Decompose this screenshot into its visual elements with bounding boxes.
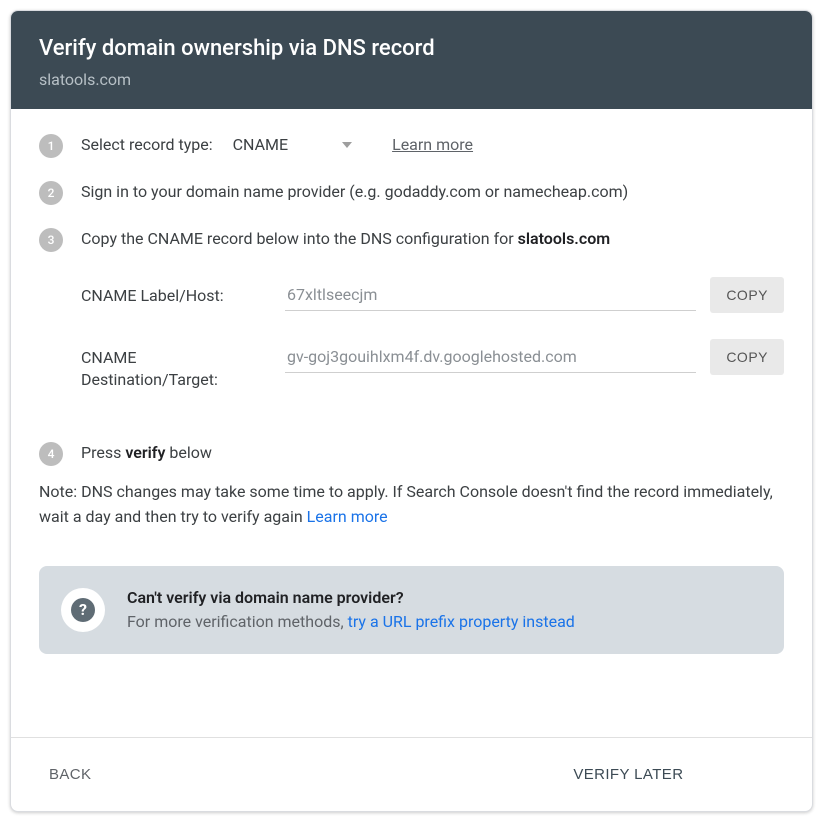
cname-label-host-input[interactable] [285,279,696,311]
step-4-text: Press verify below [81,441,784,465]
step-1: 1 Select record type: CNAME Learn more [39,133,784,158]
step-1-label: Select record type: [81,133,213,157]
url-prefix-link[interactable]: try a URL prefix property instead [348,612,575,631]
copy-cname-label-button[interactable]: COPY [710,277,784,313]
help-icon: ? [61,588,105,632]
note-learn-more-link[interactable]: Learn more [307,507,388,526]
step-number: 3 [39,228,63,252]
record-type-value: CNAME [233,133,288,157]
step-3-domain: slatools.com [518,229,611,248]
dialog-subtitle: slatools.com [39,70,784,89]
step-number: 4 [39,442,63,466]
cname-copy-grid: CNAME Label/Host: COPY CNAME Destination… [81,279,784,392]
cname-target-row: CNAME Destination/Target: COPY [81,341,784,392]
step-number: 2 [39,181,63,205]
alt-verify-info: ? Can't verify via domain name provider?… [39,566,784,654]
step-number: 1 [39,134,63,158]
dialog-content: 1 Select record type: CNAME Learn more 2… [11,109,812,737]
step-3-text: Copy the CNAME record below into the DNS… [81,227,784,251]
cname-label-host-label: CNAME Label/Host: [81,279,271,307]
dialog-header: Verify domain ownership via DNS record s… [11,11,812,109]
cname-label-row: CNAME Label/Host: COPY [81,279,784,313]
back-button[interactable]: BACK [35,756,105,793]
dialog-title: Verify domain ownership via DNS record [39,35,784,64]
chevron-down-icon [342,142,352,148]
learn-more-link[interactable]: Learn more [392,133,473,157]
step-3: 3 Copy the CNAME record below into the D… [39,227,784,420]
dialog-footer: BACK VERIFY LATER VERIFY [11,737,812,811]
info-text: Can't verify via domain name provider? F… [127,586,575,634]
step-4: 4 Press verify below [39,441,784,466]
step-2: 2 Sign in to your domain name provider (… [39,180,784,205]
record-type-select[interactable]: CNAME [233,133,352,157]
step-2-text: Sign in to your domain name provider (e.… [81,180,784,204]
step-3-body: Copy the CNAME record below into the DNS… [81,227,784,420]
cname-destination-input[interactable] [285,341,696,373]
dns-note: Note: DNS changes may take some time to … [39,480,784,530]
verify-button[interactable]: VERIFY [703,756,788,793]
verify-later-button[interactable]: VERIFY LATER [559,756,697,793]
cname-destination-label: CNAME Destination/Target: [81,341,271,392]
verify-domain-dialog: Verify domain ownership via DNS record s… [10,10,813,812]
info-title: Can't verify via domain name provider? [127,586,575,610]
copy-cname-destination-button[interactable]: COPY [710,339,784,375]
step-1-body: Select record type: CNAME Learn more [81,133,784,157]
